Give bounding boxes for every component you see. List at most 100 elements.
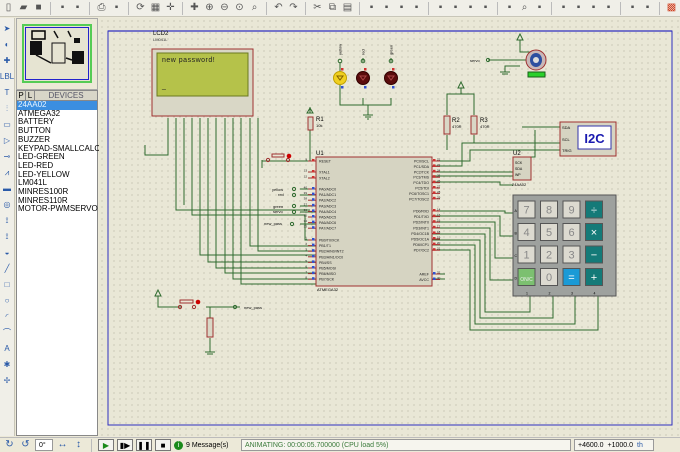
new-pass-button[interactable] bbox=[154, 288, 201, 310]
origin-icon[interactable]: ✛ bbox=[164, 2, 177, 15]
virtual-instruments-icon[interactable]: ◒ bbox=[1, 246, 14, 259]
overview-window[interactable] bbox=[16, 18, 98, 90]
lcd-display[interactable]: LCD2 LM041L new password! _ bbox=[151, 31, 254, 117]
ares-icon[interactable]: ▩ bbox=[665, 2, 678, 15]
block-rotate-icon[interactable]: ▪ bbox=[395, 2, 408, 15]
pan-icon[interactable]: ✚ bbox=[188, 2, 201, 15]
keypad-key[interactable]: ON/C bbox=[517, 268, 536, 286]
pin-icon[interactable]: ⊸ bbox=[1, 150, 14, 163]
junction-icon[interactable]: ✚ bbox=[1, 54, 14, 67]
flip-horizontal-icon[interactable]: ↔ bbox=[56, 439, 69, 452]
rotation-field[interactable]: 0° bbox=[35, 439, 53, 451]
step-button[interactable]: ▮▶ bbox=[117, 439, 133, 451]
keypad-key[interactable]: − bbox=[585, 245, 603, 264]
search-icon[interactable]: ⌕ bbox=[518, 2, 531, 15]
paste-icon[interactable]: ▤ bbox=[341, 2, 354, 15]
import-icon[interactable]: ▪ bbox=[56, 2, 69, 15]
eeprom-u2[interactable]: U2 SCK SDA WP 24AA02 bbox=[512, 151, 532, 187]
marker-icon[interactable]: ✢ bbox=[1, 374, 14, 387]
flip-vertical-icon[interactable]: ↕ bbox=[72, 439, 85, 452]
block-move-icon[interactable]: ▪ bbox=[380, 2, 393, 15]
block-copy-icon[interactable]: ▪ bbox=[365, 2, 378, 15]
component-icon[interactable]: ◐ bbox=[1, 38, 14, 51]
keypad-key[interactable]: 0 bbox=[540, 268, 558, 286]
library-manager-button[interactable]: L bbox=[26, 91, 35, 100]
keypad-key[interactable]: 8 bbox=[540, 200, 558, 219]
resistor-r3[interactable]: R3 470R bbox=[470, 115, 490, 135]
grid-icon[interactable]: ▦ bbox=[149, 2, 162, 15]
netlist-icon[interactable]: ▪ bbox=[641, 2, 654, 15]
line-icon[interactable]: ╱ bbox=[1, 262, 14, 275]
keypad-key[interactable]: 3 bbox=[562, 245, 581, 264]
keypad-key[interactable]: 6 bbox=[562, 223, 581, 241]
schematic-canvas[interactable]: LCD2 LM041L new password! _ R1 10k U1 AT… bbox=[99, 18, 680, 436]
new-file-icon[interactable]: ▯ bbox=[2, 2, 15, 15]
zoom-area-icon[interactable]: ⌕ bbox=[248, 2, 261, 15]
probe-voltage-icon[interactable]: ⟟ bbox=[1, 214, 14, 227]
keypad-key[interactable]: 9 bbox=[562, 200, 581, 219]
bill-of-materials-icon[interactable]: ▪ bbox=[626, 2, 639, 15]
pick-devices-button[interactable]: P bbox=[17, 91, 26, 100]
export-icon[interactable]: ▪ bbox=[71, 2, 84, 15]
property-assign-icon[interactable]: ▪ bbox=[533, 2, 546, 15]
subcircuit-icon[interactable]: ▭ bbox=[1, 118, 14, 131]
messages-count[interactable]: 9 Message(s) bbox=[186, 442, 238, 449]
box-icon[interactable]: □ bbox=[1, 278, 14, 291]
cut-icon[interactable]: ✂ bbox=[311, 2, 324, 15]
rotate-ccw-icon[interactable]: ↺ bbox=[19, 439, 32, 452]
keypad-key[interactable]: × bbox=[585, 223, 603, 241]
probe-current-icon[interactable]: ⟟ bbox=[1, 230, 14, 243]
goto-sheet-icon[interactable]: ▪ bbox=[602, 2, 615, 15]
led-red[interactable]: red bbox=[356, 49, 370, 89]
keypad-key[interactable]: 2 bbox=[540, 245, 558, 264]
selection-icon[interactable]: ➤ bbox=[1, 22, 14, 35]
symbol-icon[interactable]: ✱ bbox=[1, 358, 14, 371]
stop-button[interactable]: ■ bbox=[155, 439, 171, 451]
arc-icon[interactable]: ◜ bbox=[1, 310, 14, 323]
copy-icon[interactable]: ⧉ bbox=[326, 2, 339, 15]
rotate-cw-icon[interactable]: ↻ bbox=[3, 439, 16, 452]
wire-autorouter-icon[interactable]: ▪ bbox=[503, 2, 516, 15]
graph-icon[interactable]: ⩘ bbox=[1, 166, 14, 179]
wire-label-icon[interactable]: LBL bbox=[0, 70, 14, 83]
text-icon[interactable]: A bbox=[1, 342, 14, 355]
pause-button[interactable]: ❚❚ bbox=[136, 439, 152, 451]
circle-icon[interactable]: ○ bbox=[1, 294, 14, 307]
bus-icon[interactable]: ⫶ bbox=[1, 102, 14, 115]
tape-icon[interactable]: ▬ bbox=[1, 182, 14, 195]
i2c-debugger[interactable]: I2C SDA SCL TRIG bbox=[559, 121, 617, 157]
keypad-key[interactable]: 5 bbox=[540, 223, 558, 241]
servo-motor[interactable] bbox=[500, 32, 547, 78]
refresh-icon[interactable]: ⟳ bbox=[134, 2, 147, 15]
new-sheet-icon[interactable]: ▪ bbox=[572, 2, 585, 15]
path-icon[interactable]: ⌒ bbox=[1, 326, 14, 339]
atmega32-u1[interactable]: U1 ATMEGA32 RESET9XTAL113XTAL212PA0/ADC0… bbox=[304, 151, 441, 292]
keypad[interactable]: 7 8 9 ÷4 5 6 ×1 2 3 −ON/C 0 = +ABCD1 2 3 4 bbox=[512, 194, 617, 297]
print-area-icon[interactable]: ▪ bbox=[110, 2, 123, 15]
terminals-icon[interactable]: ▷ bbox=[1, 134, 14, 147]
decompose-icon[interactable]: ▪ bbox=[479, 2, 492, 15]
save-icon[interactable]: ■ bbox=[32, 2, 45, 15]
keypad-key[interactable]: ÷ bbox=[585, 200, 603, 219]
make-device-icon[interactable]: ▪ bbox=[449, 2, 462, 15]
remove-sheet-icon[interactable]: ▪ bbox=[587, 2, 600, 15]
undo-icon[interactable]: ↶ bbox=[272, 2, 285, 15]
zoom-in-icon[interactable]: ⊕ bbox=[203, 2, 216, 15]
block-delete-icon[interactable]: ▪ bbox=[410, 2, 423, 15]
keypad-key[interactable]: 4 bbox=[517, 223, 536, 241]
generator-icon[interactable]: ◎ bbox=[1, 198, 14, 211]
keypad-key[interactable]: 7 bbox=[517, 200, 536, 219]
redo-icon[interactable]: ↷ bbox=[287, 2, 300, 15]
device-item[interactable]: MOTOR-PWMSERVO bbox=[17, 205, 98, 214]
packaging-icon[interactable]: ▪ bbox=[464, 2, 477, 15]
print-icon[interactable]: ⎙ bbox=[95, 2, 108, 15]
keypad-key[interactable]: = bbox=[562, 268, 581, 286]
open-folder-icon[interactable]: ▰ bbox=[17, 2, 30, 15]
text-script-icon[interactable]: T bbox=[1, 86, 14, 99]
pick-device-icon[interactable]: ▪ bbox=[434, 2, 447, 15]
design-explorer-icon[interactable]: ▪ bbox=[557, 2, 570, 15]
zoom-all-icon[interactable]: ⊙ bbox=[233, 2, 246, 15]
led-green[interactable]: green bbox=[384, 45, 398, 89]
play-button[interactable]: ▶ bbox=[98, 439, 114, 451]
reset-button[interactable] bbox=[265, 153, 292, 163]
